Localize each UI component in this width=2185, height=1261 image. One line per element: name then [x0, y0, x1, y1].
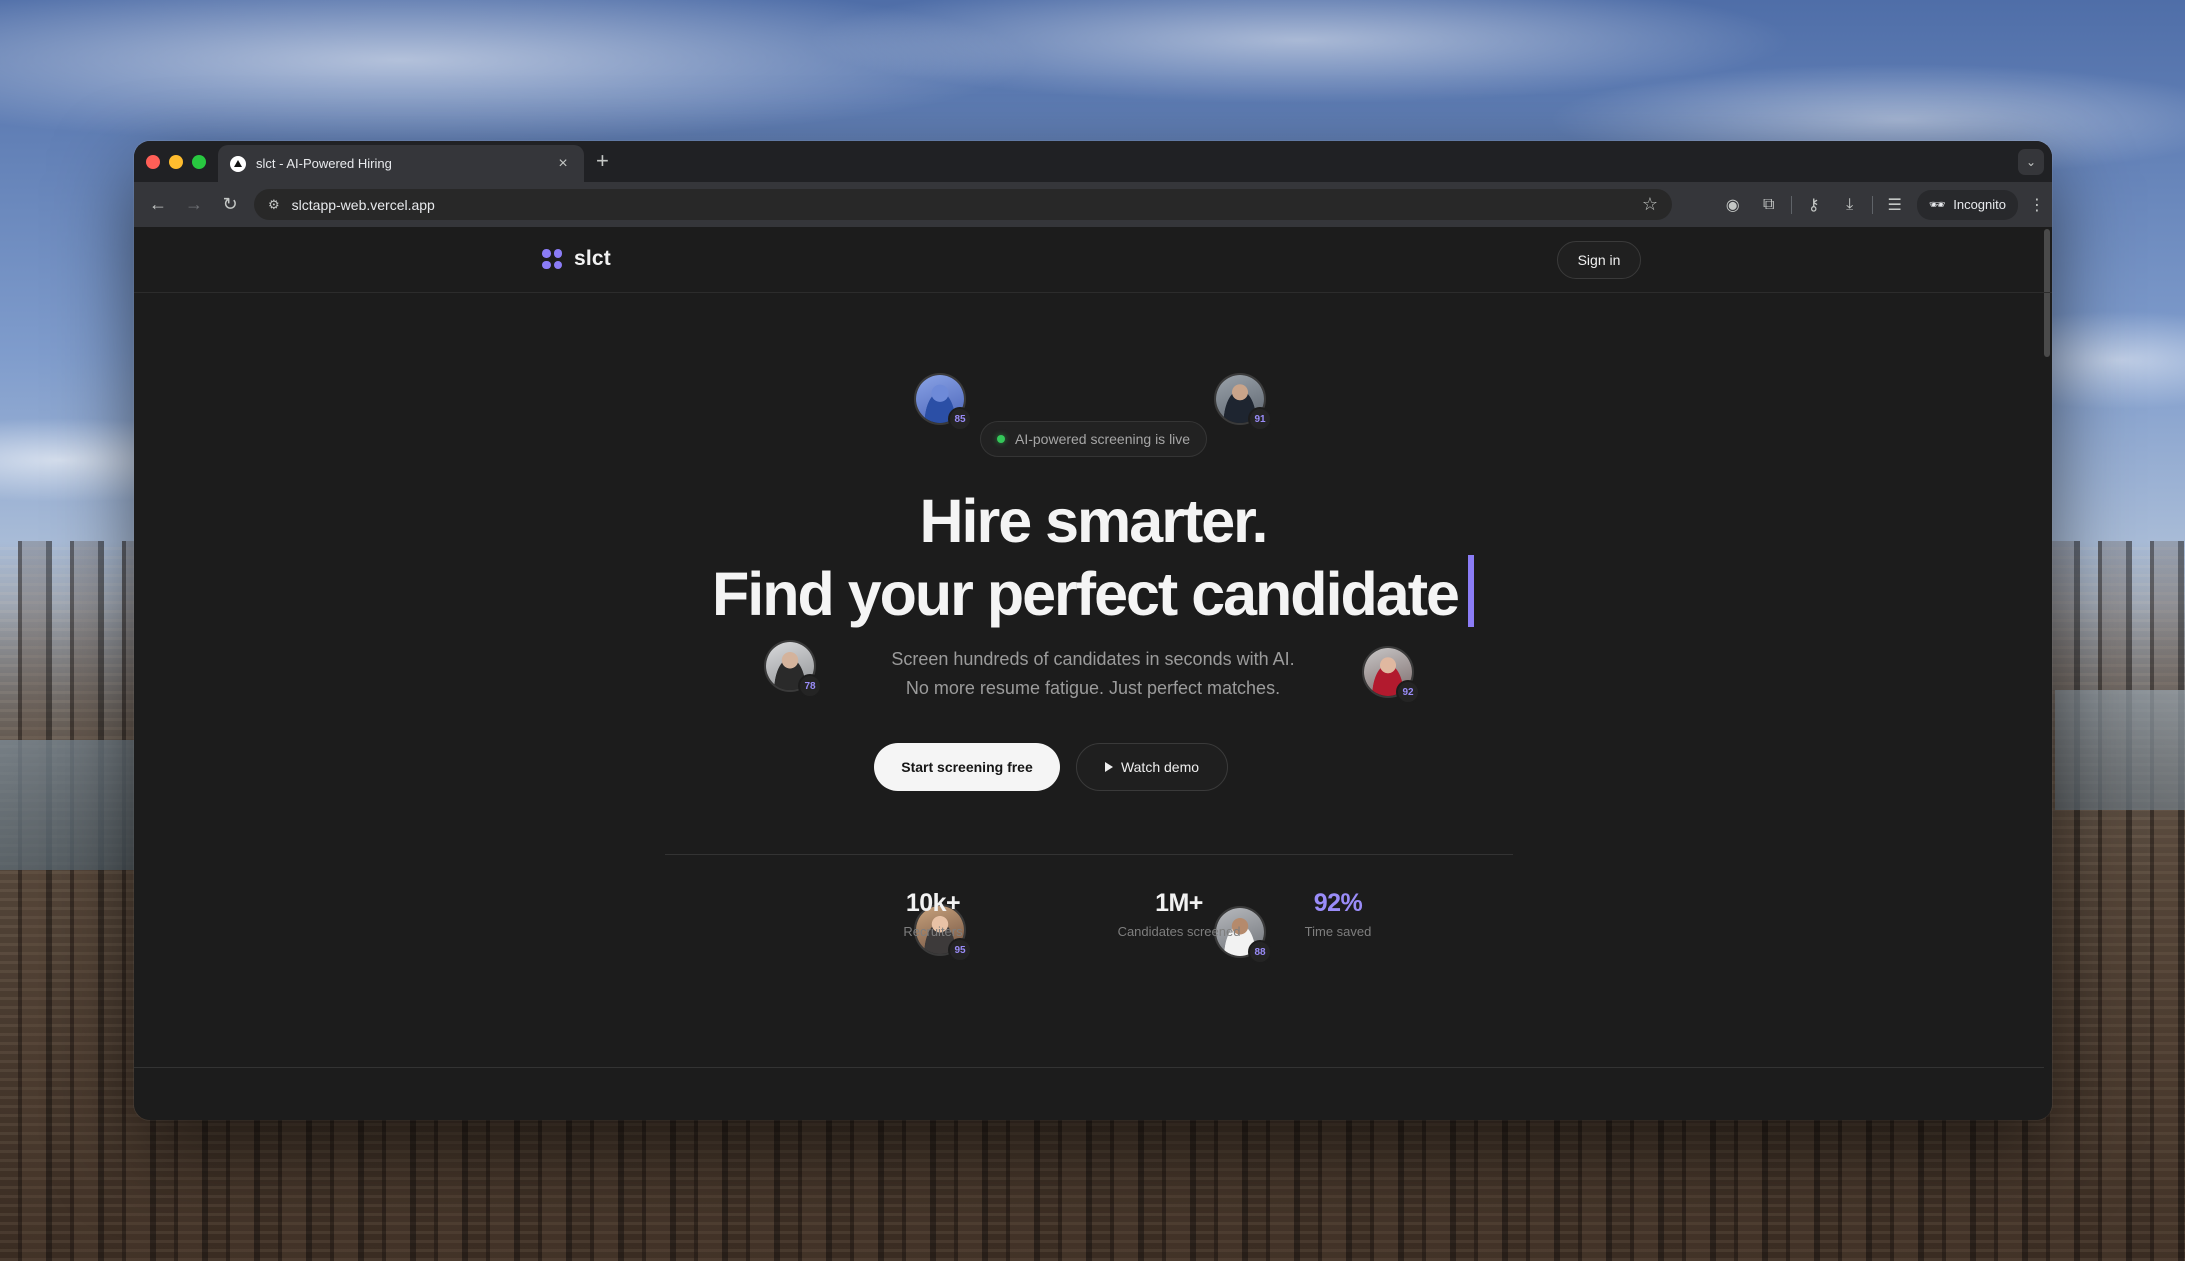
stat-label: Candidates screened — [1117, 924, 1241, 939]
toolbar-separator — [1871, 195, 1873, 214]
hero-line-2-wrapper: Find your perfect candidate — [134, 555, 2052, 628]
stat-time-saved: 92% Time saved — [1270, 889, 1406, 939]
maximize-window-button[interactable] — [192, 155, 206, 169]
stat-label: Recruiters — [903, 924, 963, 939]
stats-divider — [665, 854, 1513, 855]
toolbar-actions: ◉ ⧉ ⚷ ⤓ ☰ 🕶 Incognito ⋮ — [1715, 182, 2052, 227]
cta-row: Start screening free Watch demo — [134, 743, 2052, 791]
river-left — [0, 740, 150, 870]
tab-close-icon[interactable]: × — [554, 155, 572, 173]
toolbar-separator — [1790, 195, 1792, 214]
download-icon[interactable]: ⤓ — [1832, 196, 1868, 214]
vercel-favicon-icon — [230, 155, 246, 172]
url-text[interactable]: slctapp-web.vercel.app — [292, 197, 1642, 213]
browser-menu-kebab-icon[interactable]: ⋮ — [2022, 195, 2052, 215]
match-score-badge: 95 — [948, 938, 972, 962]
hero-heading: Hire smarter. Find your perfect candidat… — [134, 487, 2052, 628]
bookmark-star-icon[interactable]: ☆ — [1642, 194, 1658, 215]
play-icon — [1104, 762, 1113, 772]
reload-icon[interactable]: ↻ — [212, 194, 248, 215]
candidate-avatar: 91 — [1214, 373, 1272, 431]
match-score-badge: 85 — [948, 407, 972, 431]
forward-arrow-icon[interactable]: → — [176, 194, 212, 215]
password-key-icon[interactable]: ⚷ — [1796, 195, 1832, 215]
river-right — [2055, 690, 2185, 810]
hero-subtitle-line-2: No more resume fatigue. Just perfect mat… — [905, 678, 1281, 698]
watch-demo-button[interactable]: Watch demo — [1076, 743, 1228, 791]
new-tab-button[interactable]: + — [596, 149, 609, 173]
hero-line-1: Hire smarter. — [919, 487, 1269, 555]
incognito-profile-button[interactable]: 🕶 Incognito — [1916, 189, 2018, 220]
browser-window: slct - AI-Powered Hiring × + ⌄ ← → ↻ ⚙ s… — [134, 141, 2052, 1120]
reading-list-icon[interactable]: ☰ — [1877, 195, 1913, 215]
tab-strip: slct - AI-Powered Hiring × + ⌄ — [134, 141, 2052, 182]
stat-value: 1M+ — [1155, 889, 1203, 917]
stat-label: Time saved — [1304, 924, 1372, 939]
hero-subtitle: Screen hundreds of candidates in seconds… — [134, 645, 2052, 703]
logo-text: slct — [574, 247, 611, 270]
live-status-badge: AI-powered screening is live — [980, 421, 1208, 457]
close-window-button[interactable] — [146, 155, 160, 169]
address-bar[interactable]: ⚙ slctapp-web.vercel.app ☆ — [254, 189, 1672, 220]
slct-logo[interactable]: slct — [542, 247, 611, 271]
browser-toolbar: ← → ↻ ⚙ slctapp-web.vercel.app ☆ ◉ ⧉ ⚷ ⤓… — [134, 182, 2052, 227]
match-score-badge: 88 — [1248, 940, 1272, 964]
stat-candidates: 1M+ Candidates screened — [1074, 889, 1284, 939]
stat-value: 10k+ — [905, 889, 961, 917]
hero-subtitle-line-1: Screen hundreds of candidates in seconds… — [891, 649, 1295, 669]
candidate-avatar: 85 — [914, 373, 972, 431]
match-score-badge: 91 — [1248, 407, 1272, 431]
minimize-window-button[interactable] — [169, 155, 183, 169]
typing-cursor — [1467, 555, 1474, 627]
back-arrow-icon[interactable]: ← — [140, 194, 176, 215]
watch-demo-label: Watch demo — [1120, 759, 1200, 775]
live-badge-text: AI-powered screening is live — [1015, 431, 1191, 447]
section-divider — [134, 1067, 2044, 1068]
live-dot-icon — [997, 435, 1005, 443]
sign-in-button[interactable]: Sign in — [1557, 241, 1641, 279]
extensions-puzzle-icon[interactable]: ⧉ — [1751, 196, 1787, 214]
hero-line-2: Find your perfect candidate — [712, 560, 1460, 628]
tab-search-chevron-down-icon[interactable]: ⌄ — [2018, 149, 2044, 175]
incognito-icon: 🕶 — [1928, 196, 1946, 212]
globe-extension-icon[interactable]: ◉ — [1715, 195, 1751, 215]
stat-recruiters: 10k+ Recruiters — [872, 889, 994, 939]
active-tab[interactable]: slct - AI-Powered Hiring × — [218, 145, 584, 182]
site-header: slct Sign in — [134, 227, 2052, 293]
page-viewport: slct Sign in 85 91 78 92 95 88 AI-powere… — [134, 227, 2052, 1120]
logo-dots-icon — [542, 249, 562, 269]
stat-value: 92% — [1313, 889, 1363, 917]
start-screening-button[interactable]: Start screening free — [874, 743, 1060, 791]
tab-title: slct - AI-Powered Hiring — [256, 156, 392, 171]
incognito-label: Incognito — [1953, 197, 2006, 212]
site-settings-icon[interactable]: ⚙ — [268, 197, 280, 213]
